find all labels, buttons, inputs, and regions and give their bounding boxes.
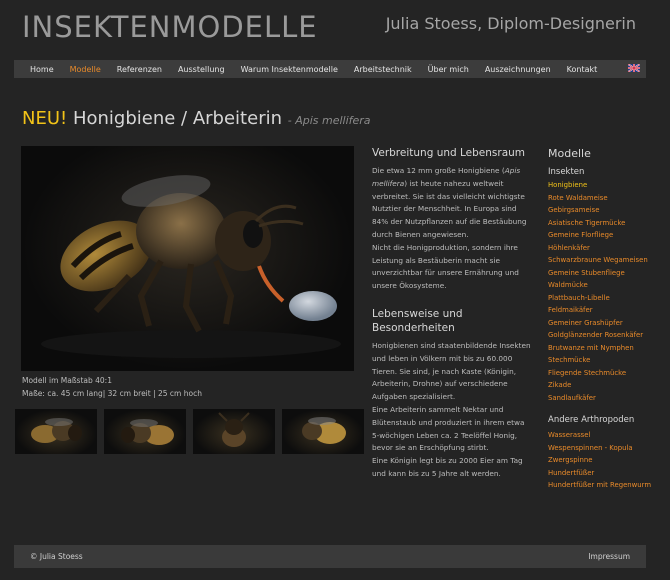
bee-illustration [41,175,341,358]
insekten-link[interactable]: Goldglänzender Rosenkäfer [548,331,658,340]
thumbnail-3[interactable] [193,409,275,454]
sidebar-heading: Modelle [548,147,591,160]
site-subtitle: Julia Stoess, Diplom-Designerin [385,14,636,33]
nav-kontakt[interactable]: Kontakt [559,65,606,74]
insekten-link[interactable]: Waldmücke [548,281,658,290]
insekten-link[interactable]: Schwarzbraune Wegameisen [548,256,658,265]
nav-referenzen[interactable]: Referenzen [109,65,170,74]
nav-ueber-mich[interactable]: Über mich [420,65,477,74]
nav-warum-insektenmodelle[interactable]: Warum Insektenmodelle [233,65,346,74]
new-badge: NEU! [22,108,68,129]
insekten-link[interactable]: Honigbiene [548,181,658,190]
lifestyle-text-3: Eine Königin legt bis zu 2000 Eier am Ta… [372,456,523,478]
sidebar-insekten-heading: Insekten [548,167,585,177]
nav-home[interactable]: Home [14,65,62,74]
scale-caption: Modell im Maßstab 40:1 [22,376,112,385]
copyright: © Julia Stoess [30,552,83,561]
nav-auszeichnungen[interactable]: Auszeichnungen [477,65,559,74]
arthropoden-link[interactable]: Wespenspinnen - Kopula [548,444,658,453]
insekten-link[interactable]: Feldmaikäfer [548,306,658,315]
insekten-link[interactable]: Höhlenkäfer [548,244,658,253]
insekten-link[interactable]: Brutwanze mit Nymphen [548,344,658,353]
distribution-text-2: Nicht die Honigproduktion, sondern ihre … [372,242,519,291]
thumbnail-2[interactable] [104,409,186,454]
insekten-link[interactable]: Rote Waldameise [548,194,658,203]
main-nav: Home Modelle Referenzen Ausstellung Waru… [14,60,646,78]
arthropoden-link[interactable]: Wasserassel [548,431,658,440]
imprint-link[interactable]: Impressum [588,552,630,561]
site-title: INSEKTENMODELLE [22,10,318,44]
insekten-link[interactable]: Stechmücke [548,356,658,365]
main-bee-photo [21,146,354,371]
sidebar-arthropoden-heading: Andere Arthropoden [548,415,635,426]
page-title: NEU! Honigbiene / Arbeiterin - Apis mell… [22,108,371,129]
insekten-link[interactable]: Sandlaufkäfer [548,394,658,403]
latin-name: - Apis mellifera [287,114,371,127]
lifestyle-text-2: Eine Arbeiterin sammelt Nektar und Blüte… [372,405,525,453]
section-heading-distribution: Verbreitung und Lebensraum [372,147,526,159]
uk-flag-icon[interactable] [628,64,640,72]
description-column: Verbreitung und Lebensraum Die etwa 12 m… [372,146,532,481]
arthropoden-list: Wasserassel Wespenspinnen - Kopula Zwergsp… [548,431,658,490]
arthropoden-link[interactable]: Hundertfüßer mit Regenwurm [548,481,658,490]
insekten-link[interactable]: Fliegende Stechmücke [548,369,658,378]
thumbnail-strip [15,409,364,454]
insekten-link[interactable]: Gemeine Florfliege [548,231,658,240]
nav-arbeitstechnik[interactable]: Arbeitstechnik [346,65,420,74]
models-sidebar: Modelle Insekten Honigbiene Rote Waldamei… [548,147,658,494]
arthropoden-link[interactable]: Zwergspinne [548,456,658,465]
nav-ausstellung[interactable]: Ausstellung [170,65,233,74]
distribution-text-1: Die etwa 12 mm große Honigbiene (Apis me… [372,166,527,239]
insekten-link[interactable]: Gebirgsameise [548,206,658,215]
model-title: Honigbiene / Arbeiterin [72,108,282,129]
arthropoden-link[interactable]: Hundertfüßer [548,469,658,478]
insekten-link[interactable]: Asiatische Tigermücke [548,219,658,228]
thumbnail-1[interactable] [15,409,97,454]
insekten-list: Honigbiene Rote Waldameise Gebirgsameise As… [548,181,658,402]
lifestyle-text-1: Honigbienen sind staatenbildende Insekte… [372,341,531,402]
insekten-link[interactable]: Gemeine Stubenfliege [548,269,658,278]
section-heading-lifestyle: Lebensweise und Besonderheiten [372,307,463,334]
footer: © Julia Stoess Impressum [14,545,646,568]
size-caption: Maße: ca. 45 cm lang| 32 cm breit | 25 c… [22,389,202,398]
insekten-link[interactable]: Gemeiner Grashüpfer [548,319,658,328]
insekten-link[interactable]: Plattbauch-Libelle [548,294,658,303]
thumbnail-4[interactable] [282,409,364,454]
nav-modelle[interactable]: Modelle [62,65,109,74]
insekten-link[interactable]: Zikade [548,381,658,390]
